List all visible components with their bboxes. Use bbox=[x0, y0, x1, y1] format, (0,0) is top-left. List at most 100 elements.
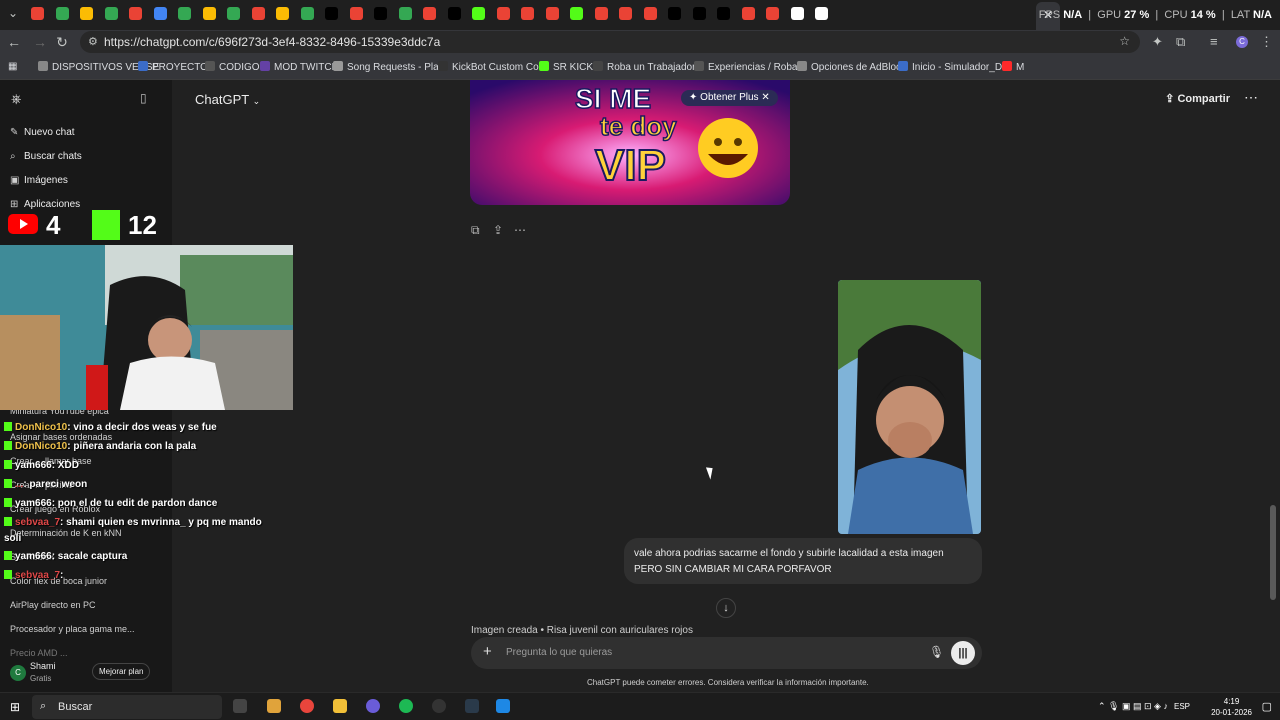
history-item[interactable]: Determinación de K en kNN bbox=[10, 528, 122, 538]
media-icon[interactable]: ≡ bbox=[1210, 34, 1218, 49]
browser-tab[interactable] bbox=[545, 7, 559, 20]
bookmark-item[interactable]: Experiencias / Roba... bbox=[694, 61, 806, 73]
browser-tab[interactable] bbox=[31, 7, 44, 20]
scrollbar[interactable] bbox=[1270, 505, 1276, 600]
user-name[interactable]: Shami bbox=[30, 661, 56, 671]
bookmark-item[interactable]: SR KICK bbox=[539, 61, 593, 73]
browser-tab[interactable] bbox=[251, 7, 265, 20]
language-indicator[interactable]: ESP bbox=[1174, 702, 1190, 711]
obtener-plus-button[interactable]: ✦ Obtener Plus ✕ bbox=[681, 90, 778, 106]
uploaded-photo[interactable] bbox=[838, 280, 981, 534]
reload-icon[interactable]: ↻ bbox=[54, 34, 70, 51]
clock[interactable]: 4:19 20-01-2026 bbox=[1211, 696, 1252, 718]
share-button[interactable]: ⇪ Compartir bbox=[1165, 92, 1230, 105]
model-selector[interactable]: ChatGPT ⌄ bbox=[195, 92, 260, 107]
spotify-icon[interactable] bbox=[399, 699, 413, 713]
browser-tab[interactable] bbox=[178, 7, 191, 20]
file-explorer-icon[interactable] bbox=[333, 699, 347, 713]
task-view-icon[interactable] bbox=[233, 699, 247, 713]
browser-tab[interactable] bbox=[692, 7, 706, 20]
browser-tab[interactable] bbox=[643, 7, 657, 20]
browser-tab[interactable] bbox=[472, 7, 485, 20]
tray-icons[interactable]: ⌃ 🎙 ▣ ▤ ⊡ ◈ ♪ bbox=[1098, 701, 1168, 712]
browser-tab[interactable] bbox=[80, 7, 93, 20]
taskbar-search[interactable]: ⌕ Buscar bbox=[32, 695, 222, 719]
browser-tab[interactable] bbox=[349, 7, 363, 20]
bookmark-item[interactable]: Opciones de AdBlock bbox=[797, 61, 906, 73]
copy-icon[interactable]: ⧉ bbox=[471, 223, 480, 238]
browser-tab[interactable] bbox=[619, 7, 632, 20]
browser-tab[interactable] bbox=[153, 7, 167, 20]
browser-tab[interactable] bbox=[202, 7, 216, 20]
address-bar[interactable]: ⚙ https://chatgpt.com/c/696f273d-3ef4-83… bbox=[80, 31, 1140, 53]
browser-tab[interactable] bbox=[374, 7, 387, 20]
forward-icon[interactable]: → bbox=[32, 34, 48, 50]
browser-tab[interactable] bbox=[741, 7, 755, 20]
history-item[interactable]: Procesador y placa gama me... bbox=[10, 624, 135, 634]
browser-tab[interactable] bbox=[129, 7, 142, 20]
browser-tab[interactable] bbox=[423, 7, 436, 20]
active-app-icon[interactable] bbox=[496, 699, 510, 713]
browser-tab[interactable] bbox=[496, 7, 510, 20]
bookmark-item[interactable]: CODIGO bbox=[205, 61, 260, 73]
tab-search-icon[interactable]: ⌄ bbox=[8, 6, 18, 20]
more-icon[interactable]: ⋯ bbox=[514, 223, 526, 237]
bookmark-item[interactable]: PROYECTOS bbox=[138, 61, 215, 73]
browser-tab[interactable] bbox=[276, 7, 289, 20]
browser-tab[interactable] bbox=[570, 7, 583, 20]
apps-grid-icon[interactable]: ▦ bbox=[8, 61, 17, 72]
bookmark-star-icon[interactable]: ☆ bbox=[1119, 34, 1130, 48]
browser-tab[interactable] bbox=[398, 7, 412, 20]
voice-mode-button[interactable]: ||| bbox=[951, 641, 975, 665]
history-item[interactable]: AirPlay directo en PC bbox=[10, 600, 96, 610]
profile-avatar[interactable]: C bbox=[1236, 36, 1248, 48]
browser-tab[interactable] bbox=[766, 7, 779, 20]
obs-icon[interactable] bbox=[432, 699, 446, 713]
chrome-icon[interactable] bbox=[300, 699, 314, 713]
copilot-icon[interactable] bbox=[267, 699, 281, 713]
prompt-input[interactable]: Pregunta lo que quieras bbox=[506, 647, 612, 658]
sidebar-item-apps[interactable]: ⊞ Aplicaciones bbox=[10, 199, 80, 210]
scroll-down-button[interactable]: ↓ bbox=[716, 598, 736, 618]
bookmark-item[interactable]: Roba un Trabajador... bbox=[593, 61, 703, 73]
browser-tab[interactable] bbox=[227, 7, 240, 20]
bookmark-item[interactable]: M bbox=[1002, 61, 1024, 73]
browser-tab[interactable] bbox=[815, 7, 828, 20]
toggle-sidebar-icon[interactable]: ▯ bbox=[140, 91, 147, 105]
browser-tab[interactable] bbox=[594, 7, 608, 20]
browser-tab[interactable] bbox=[55, 7, 69, 20]
openai-logo-icon[interactable]: ⎈ bbox=[11, 91, 21, 107]
history-item[interactable]: Precio AMD ... bbox=[10, 648, 68, 658]
share-icon[interactable]: ⇪ bbox=[493, 223, 503, 237]
extension-icon[interactable]: ✦ bbox=[1152, 34, 1163, 50]
user-avatar[interactable]: C bbox=[10, 665, 26, 681]
microphone-icon[interactable]: 🎙 bbox=[929, 645, 944, 659]
windows-start-icon[interactable]: ⊞ bbox=[10, 700, 20, 714]
upgrade-plan-button[interactable]: Mejorar plan bbox=[92, 663, 151, 680]
browser-tab[interactable] bbox=[447, 7, 461, 20]
sidebar-item-images[interactable]: ▣ Imágenes bbox=[10, 175, 68, 186]
notifications-icon[interactable]: ▢ bbox=[1262, 700, 1272, 713]
sidebar-item-search-chats[interactable]: ⌕ Buscar chats bbox=[10, 151, 82, 162]
browser-tab[interactable] bbox=[104, 7, 118, 20]
menu-icon[interactable]: ⋮ bbox=[1260, 34, 1273, 50]
back-icon[interactable]: ← bbox=[6, 34, 22, 50]
browser-tab[interactable] bbox=[521, 7, 534, 20]
browser-tab[interactable] bbox=[325, 7, 338, 20]
add-attachment-icon[interactable]: + bbox=[483, 643, 492, 660]
browser-tab[interactable] bbox=[300, 7, 314, 20]
sidebar-item-new-chat[interactable]: ✎ Nuevo chat bbox=[10, 127, 75, 138]
site-info-icon[interactable]: ⚙ bbox=[88, 35, 98, 48]
browser-tab[interactable] bbox=[717, 7, 730, 20]
browser-tab[interactable] bbox=[790, 7, 804, 20]
bookmark-item[interactable]: MOD TWITCH bbox=[260, 61, 339, 73]
bookmark-item[interactable]: Inicio - Simulador_D... bbox=[898, 61, 1010, 73]
editor-icon[interactable] bbox=[465, 699, 479, 713]
bookmark-item[interactable]: KickBot Custom Co... bbox=[438, 61, 547, 73]
bookmark-item[interactable]: Song Requests - Pla... bbox=[333, 61, 447, 73]
discord-icon[interactable] bbox=[366, 699, 380, 713]
more-options-icon[interactable]: ⋯ bbox=[1244, 89, 1258, 106]
extensions-puzzle-icon[interactable]: ⧉ bbox=[1176, 34, 1185, 50]
close-icon[interactable]: ✕ bbox=[761, 92, 769, 103]
browser-tab[interactable] bbox=[668, 7, 681, 20]
